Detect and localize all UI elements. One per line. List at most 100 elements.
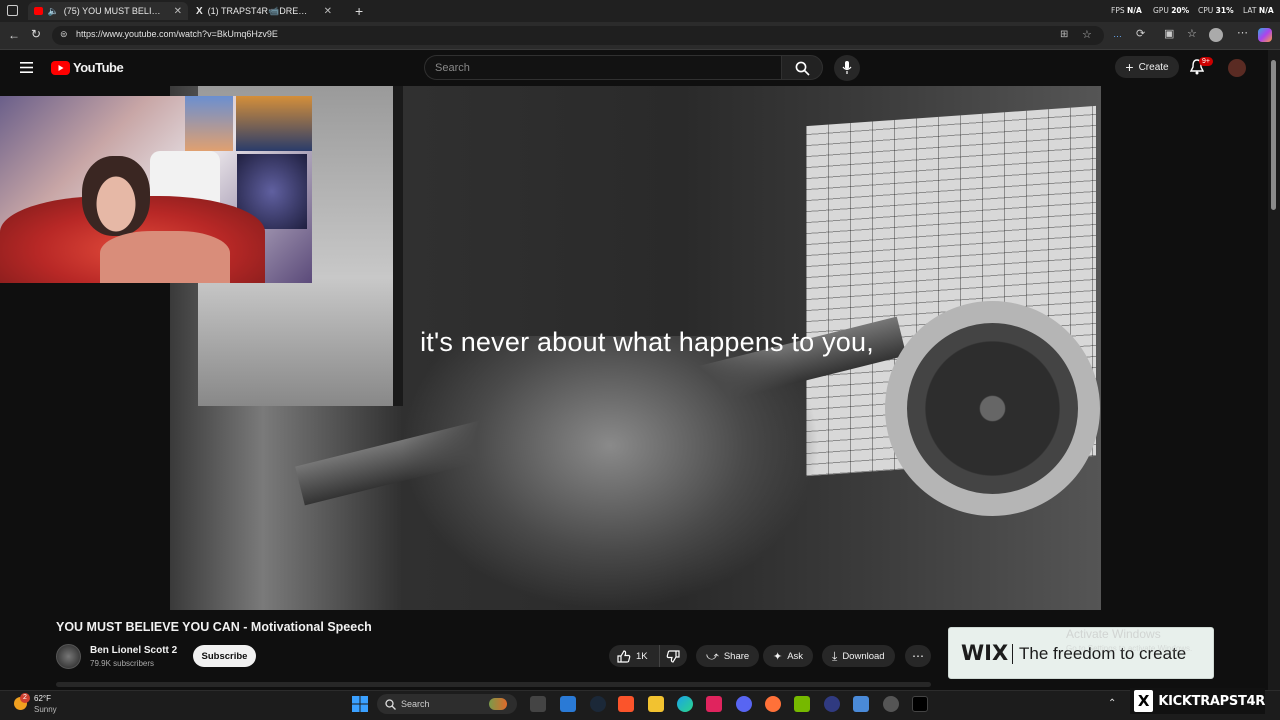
- tab-title: (75) YOU MUST BELIEVE YOU: [63, 6, 163, 16]
- x-favicon: X: [196, 5, 203, 17]
- app-available-icon[interactable]: ⊞: [1060, 29, 1068, 40]
- edge-icon[interactable]: [677, 696, 693, 712]
- refresh-icon[interactable]: ↻: [31, 27, 41, 41]
- search-button[interactable]: [781, 55, 823, 80]
- close-tab-icon[interactable]: ✕: [174, 6, 182, 17]
- firefox-icon[interactable]: [765, 696, 781, 712]
- webcam-towel: [100, 231, 230, 283]
- download-button[interactable]: ⤓ Download: [822, 645, 895, 667]
- subscriber-count: 79.9K subscribers: [90, 659, 155, 668]
- extensions-icon[interactable]: ⟳: [1136, 27, 1145, 40]
- webcam-streamer-head: [82, 156, 150, 236]
- like-count: 1K: [636, 650, 648, 662]
- nvidia-icon[interactable]: [794, 696, 810, 712]
- back-icon[interactable]: ←: [8, 28, 20, 42]
- hud-gpu: GPU 20%: [1153, 6, 1190, 15]
- tray-overflow-icon[interactable]: ⌃: [1108, 698, 1116, 709]
- address-bar[interactable]: ⊜ https://www.youtube.com/watch?v=BkUmq6…: [52, 26, 1104, 45]
- notepad-icon[interactable]: [560, 696, 576, 712]
- tab-x[interactable]: X (1) TRAPST4R📹DREAMHACK AT ✕: [190, 2, 350, 20]
- channel-avatar[interactable]: [56, 644, 81, 669]
- speaker-icon[interactable]: 🔈: [48, 6, 59, 17]
- hamburger-menu-icon[interactable]: [20, 62, 33, 73]
- create-button[interactable]: + Create: [1115, 56, 1179, 78]
- taskbar-search[interactable]: Search: [377, 694, 517, 714]
- obs-icon[interactable]: [883, 696, 899, 712]
- voice-search-button[interactable]: [834, 55, 860, 81]
- thumbs-up-icon: [617, 649, 631, 663]
- search-placeholder: Search: [435, 62, 470, 74]
- scrollbar-thumb[interactable]: [1271, 60, 1276, 210]
- tab-actions-icon[interactable]: [7, 5, 18, 16]
- account-avatar[interactable]: [1228, 59, 1246, 77]
- hud-cpu: CPU 31%: [1198, 6, 1234, 15]
- video-caption: it's never about what happens to you,: [420, 327, 874, 357]
- subscribe-button[interactable]: Subscribe: [193, 645, 256, 667]
- create-label: Create: [1138, 61, 1169, 73]
- close-tab-icon[interactable]: ✕: [324, 6, 332, 17]
- hud-fps: FPS N/A: [1111, 6, 1142, 15]
- url-text[interactable]: https://www.youtube.com/watch?v=BkUmq6Hz…: [76, 29, 278, 39]
- app-icon[interactable]: [824, 696, 840, 712]
- taskbar-search-label: Search: [401, 699, 430, 709]
- more-menu-icon[interactable]: ⋯: [1237, 26, 1248, 39]
- x-logo-icon: X: [1134, 690, 1154, 712]
- streamer-webcam: [0, 96, 312, 283]
- stream-name: KICKTRAPST4R: [1158, 693, 1265, 709]
- activate-windows-subtitle: Go to Settings to activate Windows.: [1066, 644, 1193, 653]
- weather-alert-badge: 2: [20, 693, 30, 703]
- description-box-edge: [56, 682, 931, 687]
- hud-lat: LAT N/A: [1243, 6, 1274, 15]
- more-horizontal-icon: ⋯: [912, 649, 924, 663]
- site-info-icon[interactable]: ⊜: [60, 29, 68, 40]
- tab-youtube[interactable]: 🔈 (75) YOU MUST BELIEVE YOU ✕: [28, 2, 188, 20]
- youtube-favicon: [34, 7, 43, 15]
- new-tab-button[interactable]: +: [355, 3, 363, 19]
- thumbs-down-icon: [666, 649, 680, 663]
- wix-logo: WIX: [961, 641, 1009, 665]
- windows-taskbar: [0, 690, 1280, 720]
- webcam-poster: [185, 96, 233, 151]
- download-label: Download: [842, 650, 885, 662]
- share-button[interactable]: ⤻ Share: [696, 645, 760, 667]
- brave-icon[interactable]: [618, 696, 634, 712]
- file-explorer-icon[interactable]: [648, 696, 664, 712]
- favorites-icon[interactable]: ☆: [1187, 27, 1197, 40]
- notification-count-badge: 9+: [1199, 57, 1213, 66]
- loading-icon: …: [1113, 29, 1122, 39]
- weather-condition[interactable]: Sunny: [34, 705, 57, 714]
- wix-divider: [1012, 644, 1013, 664]
- search-icon: [795, 61, 810, 76]
- dislike-button[interactable]: [659, 645, 687, 667]
- steam-icon[interactable]: [590, 696, 606, 712]
- task-view-icon[interactable]: [530, 696, 546, 712]
- profile-icon[interactable]: [1209, 28, 1223, 42]
- tiktok-icon[interactable]: [912, 696, 928, 712]
- browser-toolbar: ← ↻ ⊜ https://www.youtube.com/watch?v=Bk…: [0, 22, 1280, 50]
- sparkle-icon: ✦: [773, 650, 783, 663]
- favorite-star-icon[interactable]: ☆: [1082, 28, 1092, 41]
- weather-temperature[interactable]: 62°F: [34, 694, 51, 703]
- channel-name[interactable]: Ben Lionel Scott 2: [90, 645, 177, 656]
- video-scene-athlete: [400, 336, 820, 610]
- webcam-poster: [236, 96, 312, 151]
- search-input[interactable]: Search: [424, 55, 781, 80]
- more-actions-button[interactable]: ⋯: [905, 645, 931, 667]
- microphone-icon: [842, 61, 852, 74]
- youtube-logo-text: YouTube: [73, 60, 124, 75]
- download-icon: ⤓: [832, 648, 838, 663]
- discord-icon[interactable]: [736, 696, 752, 712]
- activate-windows-title: Activate Windows: [1066, 627, 1161, 641]
- windows-start-icon[interactable]: [352, 696, 368, 712]
- search-highlight-icon: [489, 698, 507, 710]
- stream-name-overlay: X KICKTRAPST4R: [1130, 688, 1265, 714]
- youtube-header: YouTube Search + Create 9+: [0, 50, 1268, 86]
- video-title: YOU MUST BELIEVE YOU CAN - Motivational …: [56, 620, 372, 634]
- ask-button[interactable]: ✦ Ask: [763, 645, 814, 667]
- split-screen-icon[interactable]: ▣: [1164, 27, 1174, 40]
- tiktok-live-icon[interactable]: [706, 696, 722, 712]
- copilot-icon[interactable]: [1258, 28, 1272, 42]
- youtube-logo[interactable]: YouTube: [51, 60, 124, 75]
- like-button[interactable]: 1K: [609, 645, 659, 667]
- photos-icon[interactable]: [853, 696, 869, 712]
